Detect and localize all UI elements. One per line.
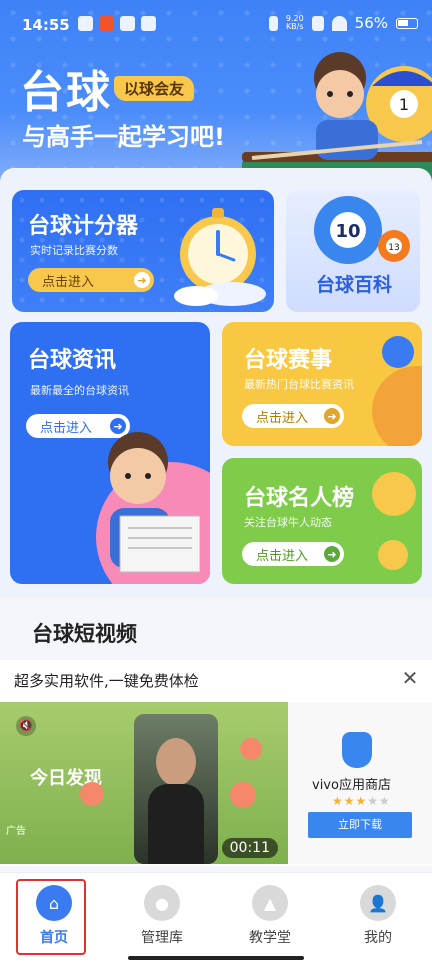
tab-teaching-label: 教学堂 — [249, 930, 291, 946]
fame-card[interactable]: 台球名人榜 关注台球牛人动态 点击进入 ➜ — [222, 458, 422, 584]
scorer-enter-button[interactable]: 点击进入 ➜ — [28, 268, 154, 292]
scorer-button-label: 点击进入 — [42, 274, 95, 290]
events-title: 台球赛事 — [244, 348, 333, 373]
user-icon: 👤 — [360, 885, 396, 921]
arrow-right-icon: ➜ — [324, 546, 340, 562]
signal-icon — [311, 15, 324, 31]
billiard-ball-icon: ● — [144, 885, 180, 921]
close-icon[interactable]: ✕ — [398, 666, 422, 690]
triangle-rack-icon: ▲ — [252, 885, 288, 921]
hero-badge: 以球会友 — [114, 76, 195, 101]
tab-home[interactable]: ⌂ 首页 — [0, 873, 108, 964]
download-button[interactable]: 立即下载 — [308, 812, 412, 838]
events-card[interactable]: 台球赛事 最新热门台球比赛资讯 点击进入 ➜ — [222, 322, 422, 446]
fame-button-label: 点击进入 — [256, 548, 309, 564]
ad-banner[interactable]: 超多实用软件,一键免费体检 ✕ 🔇 今日发现 广告 00:11 vivo应用商店… — [0, 660, 432, 866]
news-desc: 最新最全的台球资讯 — [30, 384, 129, 397]
message-icon — [120, 16, 135, 31]
ad-title: 超多实用软件,一键免费体检 — [14, 672, 199, 690]
status-time: 14:55 — [22, 16, 70, 34]
events-enter-button[interactable]: 点击进入 ➜ — [242, 404, 344, 428]
hero-title: 台球 — [20, 67, 112, 118]
status-right: 9.20 KB/s 56% — [268, 14, 418, 32]
decor-circle — [372, 366, 422, 446]
fame-title: 台球名人榜 — [244, 486, 355, 511]
battery-percent: 56% — [354, 14, 388, 32]
events-button-label: 点击进入 — [256, 410, 309, 426]
network-speed: 9.20 KB/s — [286, 15, 304, 31]
wiki-card[interactable]: 10 13 台球百科 — [286, 190, 420, 312]
mute-icon[interactable]: 🔇 — [16, 716, 36, 736]
wiki-title: 台球百科 — [316, 274, 393, 296]
events-desc: 最新热门台球比赛资讯 — [244, 378, 354, 391]
calendar-icon — [141, 16, 156, 31]
vibrate-icon — [268, 15, 278, 31]
tab-mine[interactable]: 👤 我的 — [324, 873, 432, 964]
video-duration: 00:11 — [221, 838, 278, 858]
rating-stars: ★★★★★ — [332, 794, 391, 808]
ad-video-thumbnail — [134, 714, 218, 864]
boy-reading-newspaper-illustration — [108, 432, 200, 573]
tab-teaching[interactable]: ▲ 教学堂 — [216, 873, 324, 964]
fame-enter-button[interactable]: 点击进入 ➜ — [242, 542, 344, 566]
decor-dot — [382, 336, 414, 368]
decor-dot — [378, 540, 408, 570]
flower-decor — [230, 782, 256, 808]
app-store-name: vivo应用商店 — [312, 778, 391, 793]
flower-decor — [240, 738, 262, 760]
fame-desc: 关注台球牛人动态 — [244, 516, 332, 529]
arrow-right-icon: ➜ — [134, 272, 150, 288]
wifi-icon — [331, 15, 347, 31]
wiki-ball-number: 10 — [335, 221, 360, 242]
news-title: 台球资讯 — [28, 348, 117, 373]
tab-library[interactable]: ● 管理库 — [108, 873, 216, 964]
bottom-tab-bar: ⌂ 首页 ● 管理库 ▲ 教学堂 👤 我的 — [0, 872, 432, 964]
stopwatch-icon — [174, 208, 266, 306]
notification-icons — [78, 16, 156, 31]
ad-label: 广告 — [6, 826, 26, 837]
battery-icon — [396, 17, 418, 29]
scorer-card[interactable]: 台球计分器 实时记录比赛分数 点击进入 ➜ — [12, 190, 274, 312]
tab-home-label: 首页 — [40, 930, 68, 946]
news-card[interactable]: 台球资讯 最新最全的台球资讯 点击进入 ➜ — [10, 322, 210, 584]
net-speed-unit: KB/s — [285, 22, 304, 31]
wiki-small-ball-number: 13 — [388, 243, 399, 253]
home-icon: ⌂ — [36, 885, 72, 921]
svg-text:1: 1 — [399, 95, 409, 114]
ad-video[interactable]: 🔇 今日发现 广告 00:11 — [0, 702, 288, 864]
home-indicator[interactable] — [128, 956, 304, 960]
arrow-right-icon: ➜ — [324, 408, 340, 424]
short-video-section-title: 台球短视频 — [32, 622, 137, 646]
billiard-balls-icon: 10 13 — [314, 196, 410, 264]
app-store-logo-icon — [342, 732, 372, 768]
status-bar: 14:55 9.20 KB/s 56% — [0, 0, 432, 50]
scorer-desc: 实时记录比赛分数 — [30, 244, 118, 257]
flower-decor — [80, 782, 104, 806]
sync-icon — [78, 16, 93, 31]
scorer-title: 台球计分器 — [28, 214, 139, 239]
hero-subtitle: 与高手一起学习吧! — [22, 123, 225, 151]
app-notification-icon — [99, 16, 114, 31]
tab-library-label: 管理库 — [141, 930, 183, 946]
decor-circle — [372, 472, 416, 516]
ad-app-info[interactable]: vivo应用商店 ★★★★★ 立即下载 — [288, 702, 432, 864]
tab-mine-label: 我的 — [364, 930, 392, 946]
